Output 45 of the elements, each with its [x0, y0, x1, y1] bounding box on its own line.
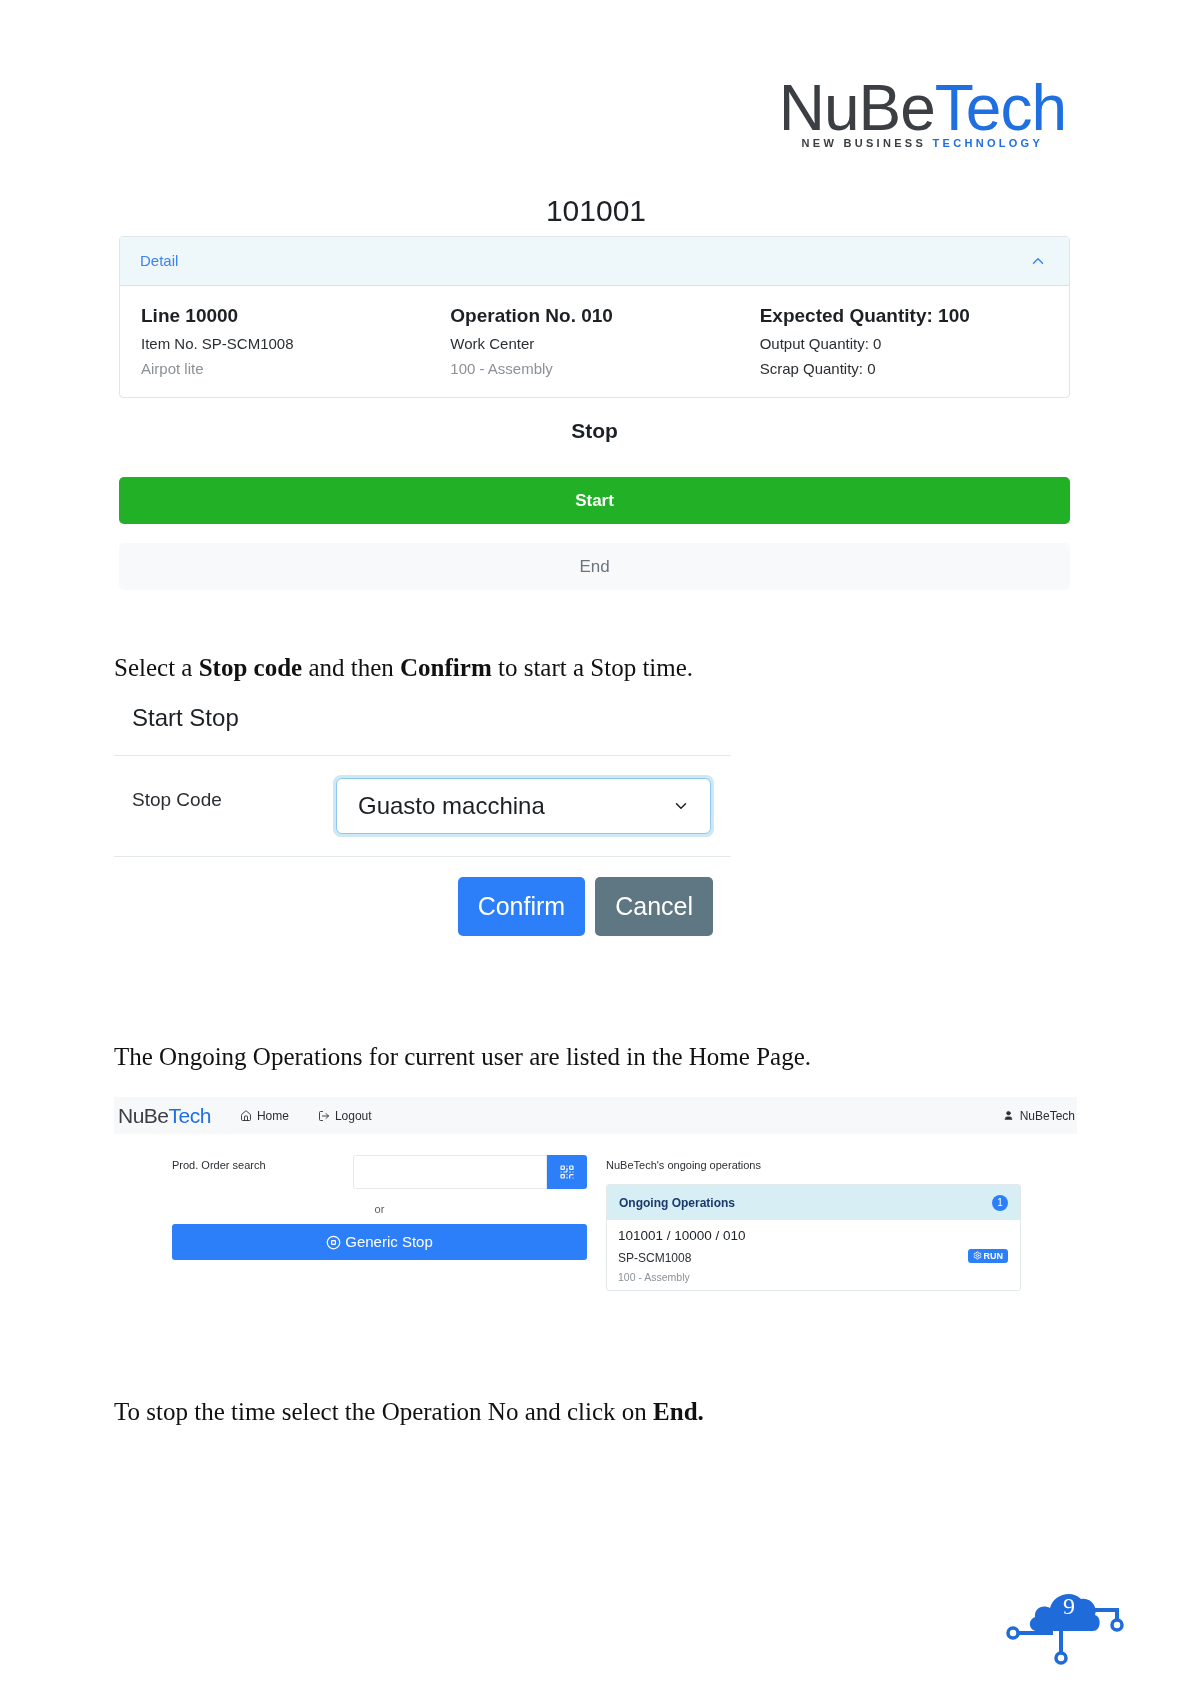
exit-arrow-icon: [317, 1109, 330, 1122]
stop-code-select[interactable]: Guasto macchina: [333, 775, 714, 837]
search-input[interactable]: [353, 1155, 547, 1189]
work-center: 100 - Assembly: [618, 1270, 690, 1284]
instruction-text: To stop the time select the Operation No and click on End.: [114, 1398, 704, 1425]
instruction-text: Select a Stop code and then Confirm to start a Stop time.: [114, 654, 694, 681]
nav-link[interactable]: Home: [239, 1106, 289, 1125]
search-label: Prod. Order search: [172, 1158, 266, 1172]
home-icon: [239, 1109, 252, 1122]
user-menu[interactable]: NuBeTech: [1002, 1106, 1075, 1125]
detail-heading: Expected Quantity: 100: [759, 304, 970, 328]
detail-line: Airpot lite: [141, 359, 204, 379]
ongoing-caption: NuBeTech's ongoing operations: [606, 1158, 761, 1172]
detail-heading: Operation No. 010: [450, 304, 613, 328]
confirm-button[interactable]: Confirm: [457, 877, 586, 936]
scan-button[interactable]: [547, 1155, 587, 1189]
item-number: SP-SCM1008: [618, 1250, 692, 1266]
stop-circle-icon: [326, 1234, 342, 1250]
gear-icon: [972, 1251, 982, 1260]
logo-wordmark: NuBeTech: [778, 76, 1066, 140]
cancel-button[interactable]: Cancel: [595, 877, 713, 936]
status-label: RUN: [983, 1250, 1003, 1261]
detail-line: Output Quantity: 0: [759, 334, 882, 354]
instruction-text: The Ongoing Operations for current user are listed in the Home Page.: [114, 1043, 811, 1070]
field-label: Stop Code: [132, 788, 222, 812]
dialog-title: Start Stop: [132, 703, 239, 733]
card-title: Ongoing Operations: [619, 1194, 735, 1212]
detail-line: Work Center: [450, 334, 535, 354]
operation-title[interactable]: 101001 / 10000 / 010: [618, 1227, 746, 1245]
section-title: Stop: [571, 418, 618, 444]
brand-logo[interactable]: NuBeTech: [118, 1103, 211, 1128]
user-icon: [1002, 1110, 1014, 1121]
detail-heading: Line 10000: [141, 304, 239, 328]
detail-line: Scrap Quantity: 0: [759, 359, 876, 379]
count-badge: 1: [992, 1194, 1008, 1211]
qr-code-icon: [559, 1164, 575, 1180]
logo-tagline: NEW BUSINESS TECHNOLOGY: [801, 137, 1044, 149]
nav-link[interactable]: Logout: [317, 1106, 372, 1125]
detail-line: 100 - Assembly: [450, 359, 553, 379]
page-number: 9: [1063, 1593, 1075, 1619]
generic-stop-button[interactable]: Generic Stop: [172, 1224, 587, 1260]
order-number-title: 101001: [545, 193, 647, 229]
or-separator: or: [374, 1202, 385, 1216]
end-button[interactable]: End: [119, 543, 1070, 590]
detail-line: Item No. SP-SCM1008: [141, 334, 294, 354]
